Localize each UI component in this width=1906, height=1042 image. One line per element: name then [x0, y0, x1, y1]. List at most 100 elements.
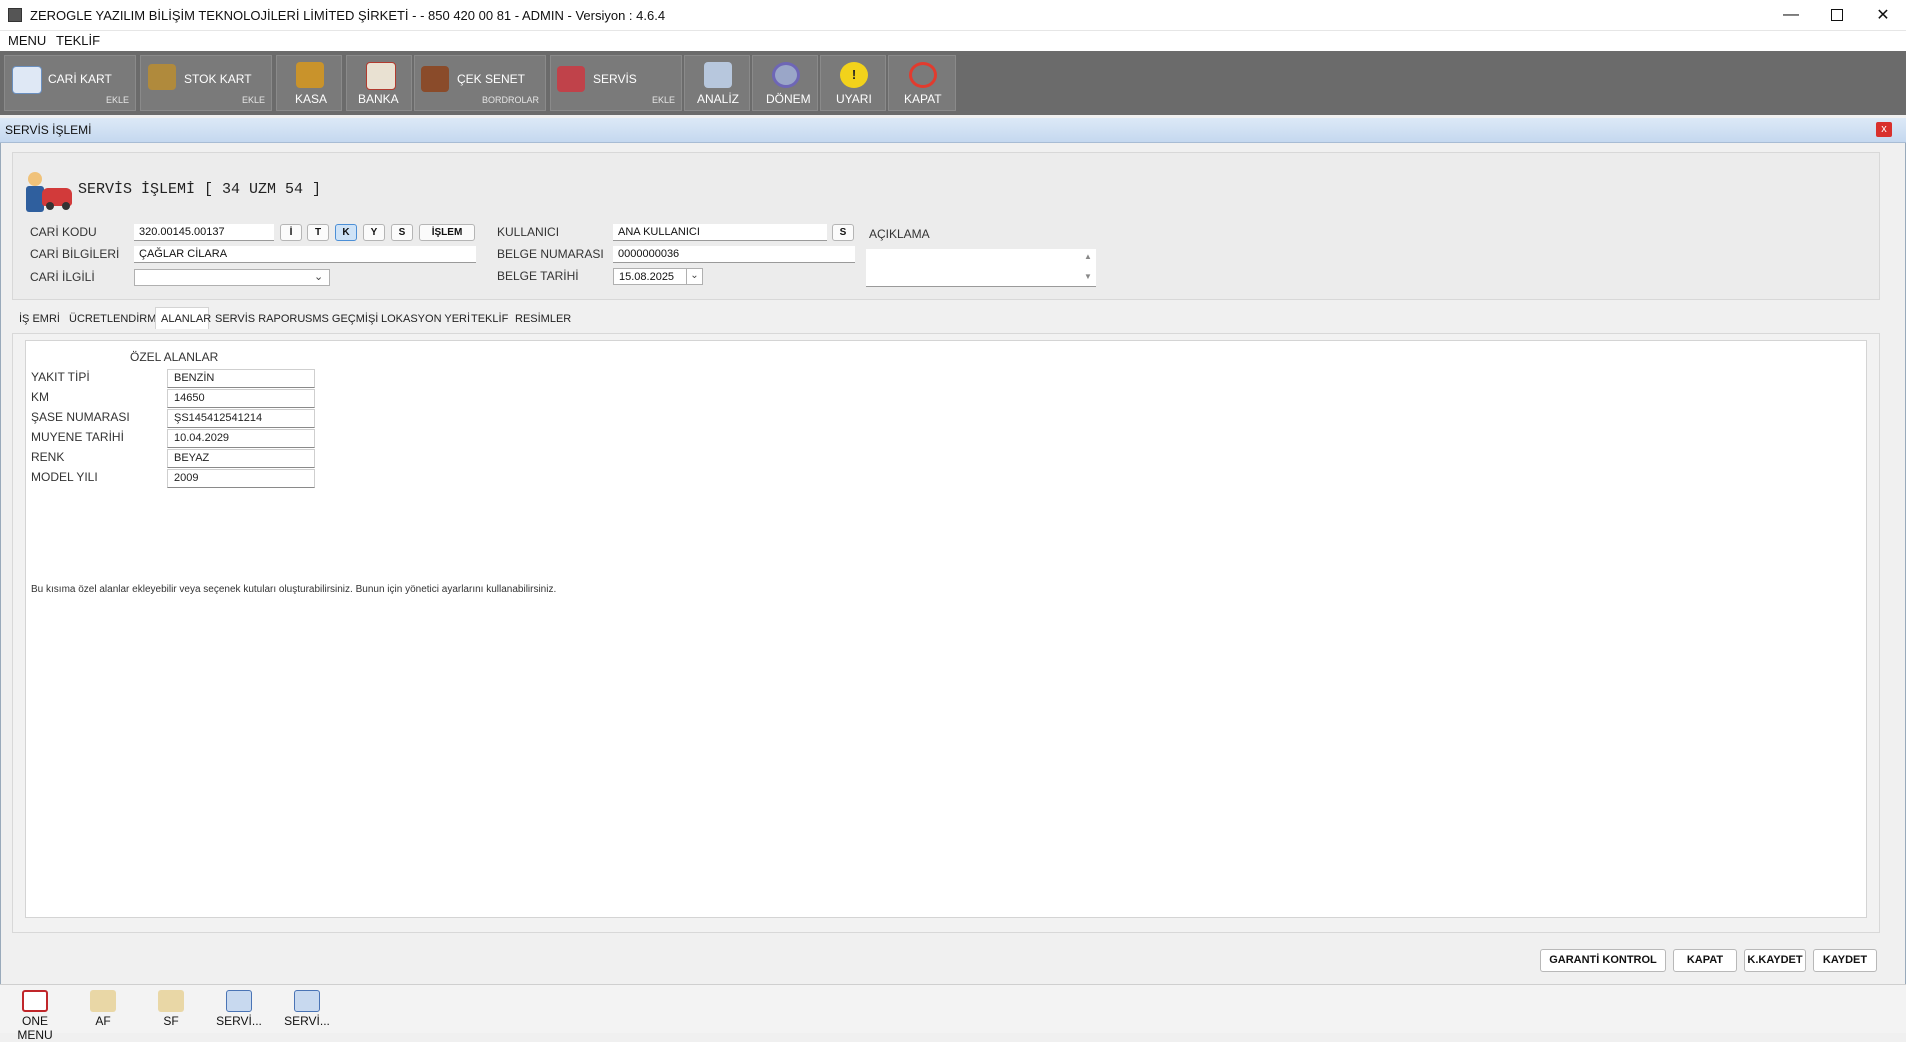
cari-bilgileri-input[interactable]: ÇAĞLAR CİLARA	[134, 246, 476, 263]
tab-resimler[interactable]: RESİMLER	[515, 313, 571, 325]
toolbar-label: KASA	[295, 92, 328, 106]
toolbar-sublabel: EKLE	[105, 95, 129, 105]
tab-servis-raporu[interactable]: SERVİS RAPORU	[215, 313, 305, 325]
aciklama-label: AÇIKLAMA	[869, 227, 930, 241]
toolbar-cek-senet-button[interactable]: ÇEK SENET BORDROLAR	[414, 55, 546, 111]
window-title: ZEROGLE YAZILIM BİLİŞİM TEKNOLOJİLERİ Lİ…	[30, 8, 666, 23]
safe-icon	[296, 62, 324, 88]
toolbar-kasa-button[interactable]: KASA	[276, 55, 342, 111]
toolbar-label: KAPAT	[904, 92, 942, 106]
custom-fields-title: ÖZEL ALANLAR	[130, 350, 219, 364]
toolbar-sublabel: EKLE	[651, 95, 675, 105]
minimize-icon[interactable]: —	[1768, 0, 1814, 30]
toolbar-label: ÇEK SENET	[457, 72, 526, 86]
cari-bilgileri-label: CARİ BİLGİLERİ	[30, 247, 120, 261]
toolbar-label: ANALİZ	[697, 92, 740, 106]
invoice-icon	[90, 990, 116, 1012]
toolbar-donem-button[interactable]: DÖNEM	[752, 55, 818, 111]
kapat-button[interactable]: KAPAT	[1673, 949, 1737, 972]
toolbar-stok-kart-button[interactable]: STOK KART EKLE	[140, 55, 272, 111]
task-label: SF	[163, 1014, 179, 1028]
scroll-down-icon[interactable]: ▼	[1084, 272, 1092, 281]
kullanici-input[interactable]: ANA KULLANICI	[613, 224, 827, 241]
toolbar-cari-kart-button[interactable]: CARİ KART EKLE	[4, 55, 136, 111]
refresh-icon	[772, 62, 800, 88]
toolbar-servis-button[interactable]: SERVİS EKLE	[550, 55, 682, 111]
toolbar-uyari-button[interactable]: ! UYARI	[820, 55, 886, 111]
toolbar-label: UYARI	[836, 92, 872, 106]
main-toolbar: CARİ KART EKLE STOK KART EKLE KASA BANKA…	[0, 51, 1906, 115]
task-servis-1[interactable]: SERVİ...	[211, 988, 267, 1028]
cari-islem-button[interactable]: İŞLEM	[419, 224, 475, 241]
cari-ilgili-select[interactable]	[134, 269, 330, 286]
task-one-menu[interactable]: ONE MENU	[6, 988, 64, 1042]
toolbar-banka-button[interactable]: BANKA	[346, 55, 412, 111]
invoice-icon	[158, 990, 184, 1012]
page-heading: SERVİS İŞLEMİ [ 34 UZM 54 ]	[78, 181, 322, 198]
form-close-icon[interactable]: x	[1876, 122, 1892, 137]
toolbar-analiz-button[interactable]: ANALİZ	[684, 55, 750, 111]
cari-t-button[interactable]: T	[307, 224, 329, 241]
menu-item-menu[interactable]: MENU	[8, 33, 46, 48]
close-icon[interactable]: ✕	[1860, 0, 1906, 30]
power-icon	[909, 62, 937, 88]
km-input[interactable]: 14650	[167, 389, 315, 408]
renk-input[interactable]: BEYAZ	[167, 449, 315, 468]
muyene-tarihi-input[interactable]: 10.04.2029	[167, 429, 315, 448]
model-yili-input[interactable]: 2009	[167, 469, 315, 488]
field-label: YAKIT TİPİ	[31, 370, 90, 384]
field-label: KM	[31, 390, 49, 404]
tab-lokasyon-yeri[interactable]: LOKASYON YERİ	[381, 313, 470, 325]
tab-teklif[interactable]: TEKLİF	[471, 313, 508, 325]
belge-tarihi-input[interactable]: 15.08.2025	[613, 268, 687, 285]
belge-numarasi-label: BELGE NUMARASI	[497, 247, 604, 261]
field-label: ŞASE NUMARASI	[31, 410, 130, 424]
toolbar-label: SERVİS	[593, 72, 637, 86]
sase-numarasi-input[interactable]: ŞS145412541214	[167, 409, 315, 428]
form-title-bar: SERVİS İŞLEMİ	[0, 118, 1906, 143]
aciklama-textarea[interactable]	[866, 249, 1096, 287]
task-servis-2[interactable]: SERVİ...	[279, 988, 335, 1028]
field-label: MODEL YILI	[31, 470, 98, 484]
field-label: RENK	[31, 450, 65, 464]
tab-is-emri[interactable]: İŞ EMRİ	[19, 313, 60, 325]
calendar-dropdown-icon[interactable]: ⌄	[686, 268, 703, 285]
cari-i-button[interactable]: İ	[280, 224, 302, 241]
menu-item-teklif[interactable]: TEKLİF	[56, 33, 100, 48]
maximize-icon[interactable]	[1814, 0, 1860, 30]
documents-icon	[704, 62, 732, 88]
field-label: MUYENE TARİHİ	[31, 430, 124, 444]
task-sf[interactable]: SF	[143, 988, 199, 1028]
id-card-icon	[12, 66, 42, 94]
task-af[interactable]: AF	[75, 988, 131, 1028]
car-service-icon	[557, 66, 585, 92]
kullanici-label: KULLANICI	[497, 225, 560, 239]
cari-y-button[interactable]: Y	[363, 224, 385, 241]
cari-kodu-input[interactable]: 320.00145.00137	[134, 224, 274, 241]
tab-ucretlendirme[interactable]: ÜCRETLENDİRME	[69, 313, 164, 325]
warning-icon: !	[840, 62, 868, 88]
tab-sms-gecmisi[interactable]: SMS GEÇMİŞİ	[305, 313, 378, 325]
yakit-tipi-input[interactable]: BENZİN	[167, 369, 315, 388]
task-label: SERVİ...	[284, 1014, 330, 1028]
kaydet-button[interactable]: KAYDET	[1813, 949, 1877, 972]
scroll-up-icon[interactable]: ▲	[1084, 252, 1092, 261]
app-icon	[8, 8, 22, 22]
toolbar-kapat-button[interactable]: KAPAT	[888, 55, 956, 111]
window-icon	[226, 990, 252, 1012]
belge-numarasi-input[interactable]: 0000000036	[613, 246, 855, 263]
cari-k-button[interactable]: K	[335, 224, 357, 241]
briefcase-icon	[421, 66, 449, 92]
toolbar-sublabel: BORDROLAR	[481, 95, 539, 105]
chevron-down-icon[interactable]: ⌄	[314, 270, 323, 283]
toolbar-label: CARİ KART	[48, 72, 112, 86]
garanti-kontrol-button[interactable]: GARANTİ KONTROL	[1540, 949, 1666, 972]
cari-s-button[interactable]: S	[391, 224, 413, 241]
tab-alanlar[interactable]: ALANLAR	[161, 313, 211, 325]
menu-list-icon	[22, 990, 48, 1012]
kullanici-select-button[interactable]: S	[832, 224, 854, 241]
k-kaydet-button[interactable]: K.KAYDET	[1744, 949, 1806, 972]
cari-ilgili-label: CARİ İLGİLİ	[30, 270, 95, 284]
toolbar-label: STOK KART	[184, 72, 252, 86]
task-label: AF	[95, 1014, 111, 1028]
